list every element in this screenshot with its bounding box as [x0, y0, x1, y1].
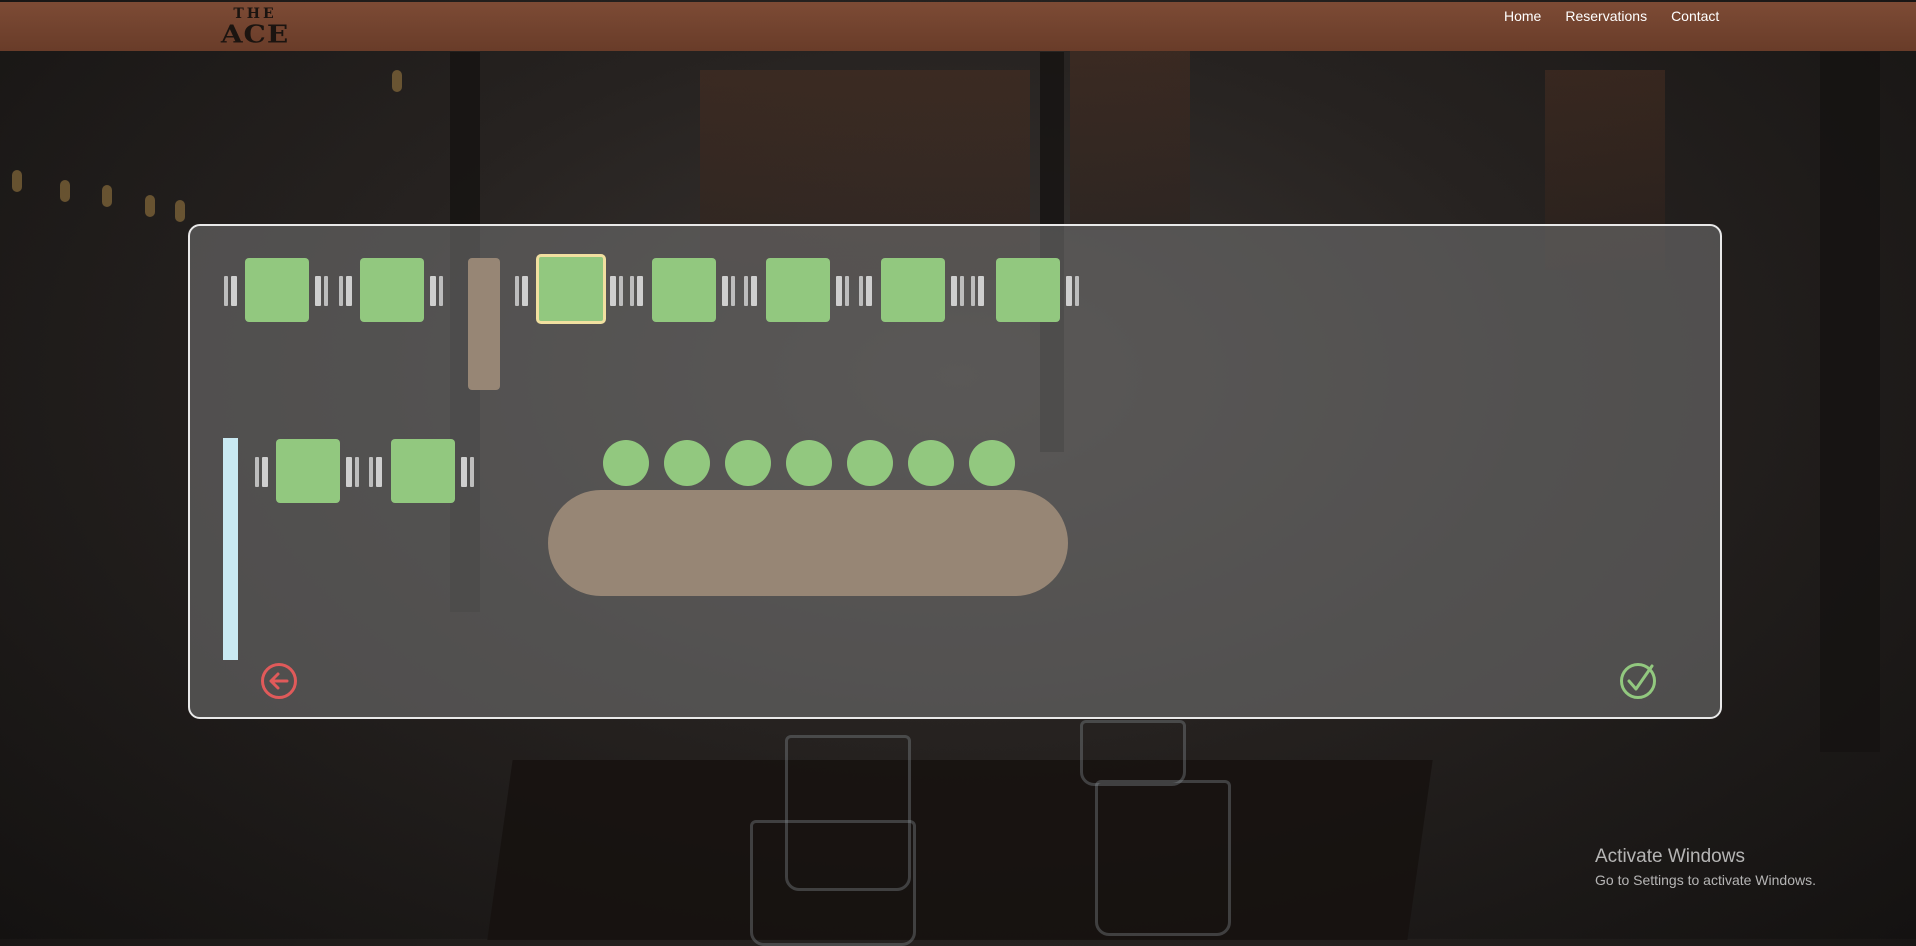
table-6[interactable]	[881, 258, 945, 322]
table-2[interactable]	[360, 258, 424, 322]
table-1[interactable]	[245, 258, 309, 322]
chair	[859, 276, 863, 306]
chair	[1075, 276, 1079, 306]
bar-counter	[548, 490, 1068, 596]
bar-stool-7[interactable]	[969, 440, 1015, 486]
chair	[522, 276, 528, 306]
watermark-subtitle: Go to Settings to activate Windows.	[1595, 872, 1816, 888]
chair	[619, 276, 623, 306]
bar-stool-3[interactable]	[725, 440, 771, 486]
bar-stool-5[interactable]	[847, 440, 893, 486]
chair	[346, 276, 352, 306]
bar-stool-4[interactable]	[786, 440, 832, 486]
nav-home-link[interactable]: Home	[1504, 8, 1541, 24]
chair	[355, 457, 359, 487]
chair	[376, 457, 382, 487]
floor-plan-panel	[188, 224, 1722, 719]
chair	[231, 276, 237, 306]
chair	[315, 276, 321, 306]
table-7[interactable]	[996, 258, 1060, 322]
partition-wall	[468, 258, 500, 390]
chair	[630, 276, 634, 306]
bar-stool-1[interactable]	[603, 440, 649, 486]
table-9[interactable]	[391, 439, 455, 503]
chair	[461, 457, 467, 487]
brand-logo[interactable]: THE ACE	[190, 4, 320, 48]
nav-contact-link[interactable]: Contact	[1671, 8, 1719, 24]
nav-reservations-link[interactable]: Reservations	[1565, 8, 1647, 24]
table-8[interactable]	[276, 439, 340, 503]
entrance-door	[223, 438, 238, 660]
chair	[845, 276, 849, 306]
check-circle-icon	[1620, 663, 1656, 699]
chair	[262, 457, 268, 487]
chair	[731, 276, 735, 306]
chair	[339, 276, 343, 306]
chair	[722, 276, 728, 306]
chair	[866, 276, 872, 306]
chair	[515, 276, 519, 306]
chair	[637, 276, 643, 306]
chair	[224, 276, 228, 306]
chair	[1066, 276, 1072, 306]
chair	[971, 276, 975, 306]
chair	[346, 457, 352, 487]
table-3-selected[interactable]	[536, 254, 606, 324]
chair	[439, 276, 443, 306]
table-4[interactable]	[652, 258, 716, 322]
chair	[470, 457, 474, 487]
chair	[951, 276, 957, 306]
chair	[610, 276, 616, 306]
table-5[interactable]	[766, 258, 830, 322]
arrow-left-circle-icon	[261, 663, 297, 699]
chair	[255, 457, 259, 487]
chair	[744, 276, 748, 306]
windows-activation-watermark: Activate Windows Go to Settings to activ…	[1595, 846, 1816, 888]
chair	[324, 276, 328, 306]
logo-top-text: THE	[233, 6, 277, 22]
chair	[836, 276, 842, 306]
chair	[751, 276, 757, 306]
chair	[960, 276, 964, 306]
back-button[interactable]	[260, 662, 298, 700]
chair	[978, 276, 984, 306]
chair	[369, 457, 373, 487]
logo-main-text: ACE	[220, 20, 290, 49]
confirm-button[interactable]	[1619, 662, 1657, 700]
chair	[430, 276, 436, 306]
top-navbar: THE ACE Home Reservations Contact	[0, 2, 1916, 51]
watermark-title: Activate Windows	[1595, 846, 1745, 867]
bar-stool-2[interactable]	[664, 440, 710, 486]
bar-stool-6[interactable]	[908, 440, 954, 486]
nav-links: Home Reservations Contact	[1504, 8, 1743, 24]
